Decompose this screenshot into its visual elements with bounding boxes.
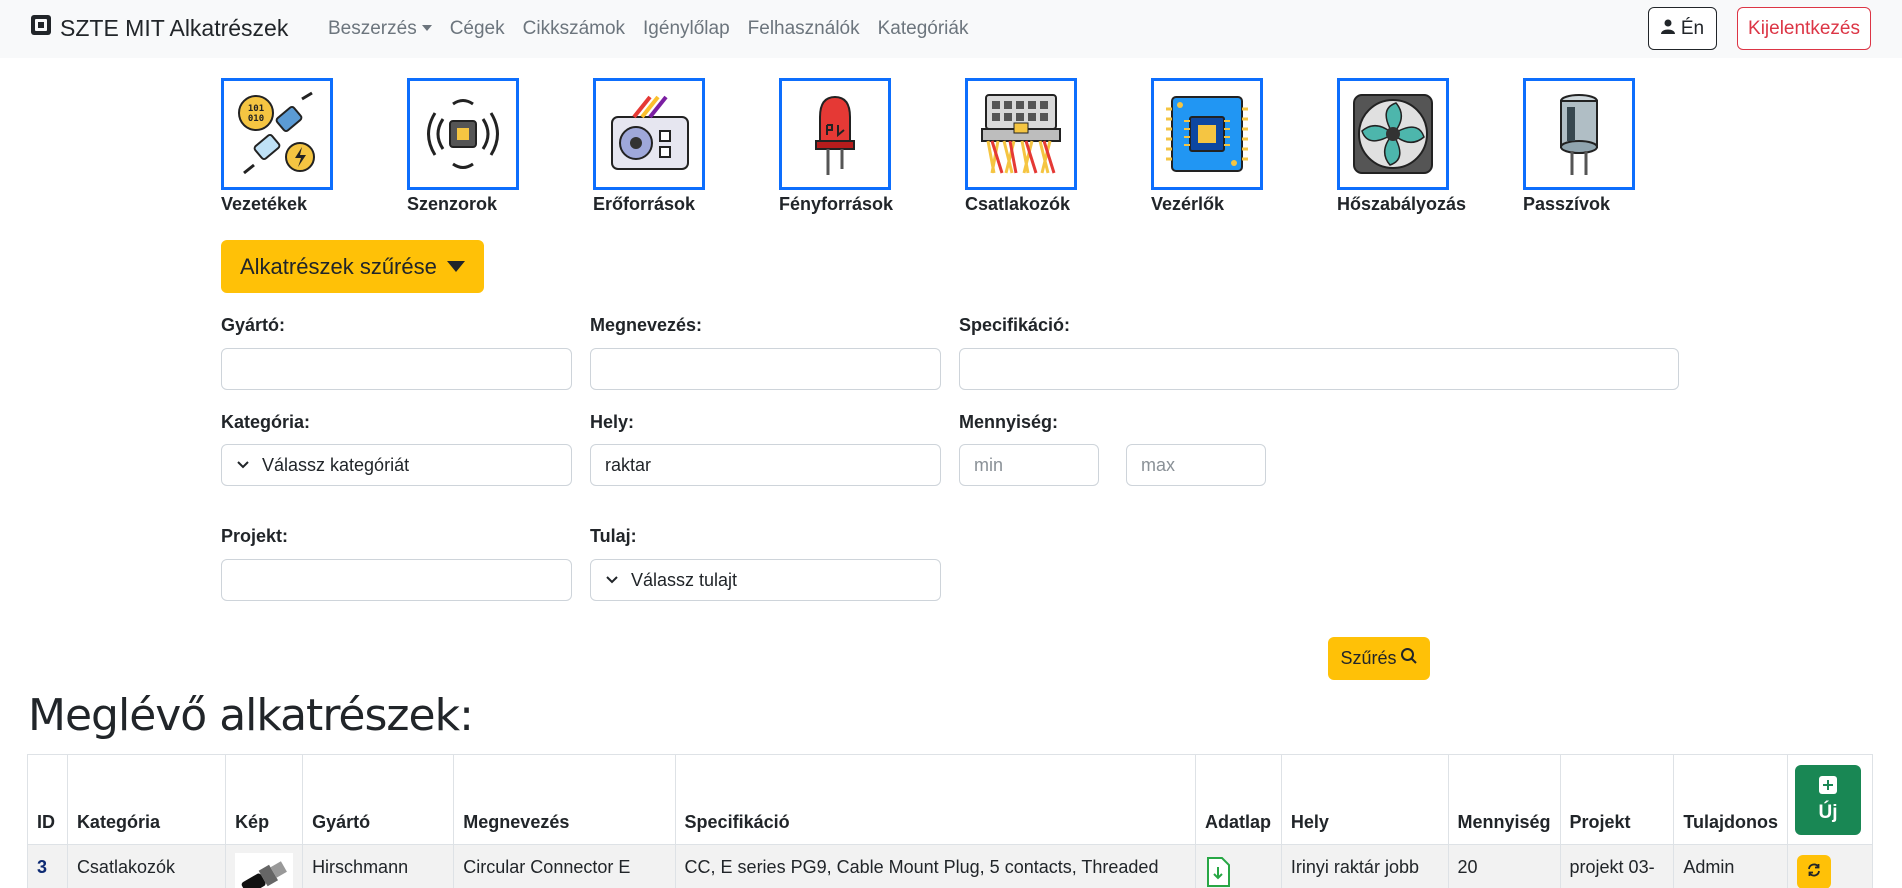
category-tile-vezerlok[interactable]: Vezérlők	[1151, 78, 1311, 215]
chevron-down-icon	[236, 460, 250, 470]
brand[interactable]: SZTE MIT Alkatrészek	[30, 14, 288, 42]
nav-felhasznalok[interactable]: Felhasználók	[748, 18, 860, 40]
caret-down-icon	[421, 25, 432, 31]
update-button[interactable]	[1796, 855, 1831, 888]
chip-logo-icon	[30, 14, 60, 42]
quantity-label: Mennyiség:	[959, 412, 1059, 432]
manufacturer-input[interactable]	[221, 348, 572, 390]
name-label: Megnevezés:	[590, 315, 703, 335]
location-label: Hely:	[590, 412, 635, 432]
power-supply-icon	[593, 78, 705, 190]
manufacturer-label: Gyártó:	[221, 315, 286, 335]
cell-name: Circular Connector E	[453, 844, 676, 888]
top-navbar: SZTE MIT Alkatrészek Beszerzés Cégek Cik…	[0, 0, 1902, 58]
category-select[interactable]: Válassz kategóriát	[221, 444, 572, 486]
plus-square-icon	[1818, 775, 1837, 794]
nav-beszerzes-dropdown[interactable]: Beszerzés	[328, 18, 432, 40]
spec-input[interactable]	[959, 348, 1679, 390]
category-label: Passzívok	[1523, 194, 1611, 214]
column-header[interactable]: Megnevezés	[453, 754, 676, 845]
sensor-chip-icon	[407, 78, 519, 190]
nav-cikkszamok[interactable]: Cikkszámok	[523, 18, 625, 40]
connector-icon	[965, 78, 1077, 190]
capacitor-icon	[1523, 78, 1635, 190]
column-header[interactable]: Specifikáció	[674, 754, 1196, 845]
part-id-link[interactable]: 3	[37, 857, 47, 877]
cell-actions	[1786, 844, 1874, 888]
cell-id: 3	[27, 844, 68, 888]
table-header-row: ID Kategória Kép Gyártó Megnevezés Speci…	[27, 754, 1874, 845]
caret-down-icon	[446, 261, 465, 272]
column-header[interactable]: ID	[27, 754, 68, 845]
add-part-button[interactable]: Új	[1794, 764, 1861, 835]
project-input[interactable]	[221, 559, 572, 601]
cell-quantity: 20	[1447, 844, 1561, 888]
category-label: Hőszabályozás	[1337, 194, 1467, 214]
profile-button[interactable]: Én	[1648, 7, 1717, 50]
project-label: Projekt:	[221, 526, 289, 546]
cell-location: Irinyi raktár jobb	[1280, 844, 1449, 888]
name-input[interactable]	[590, 348, 941, 390]
column-header[interactable]: Kategória	[66, 754, 227, 845]
owner-label: Tulaj:	[590, 526, 637, 546]
category-tile-vezetekek[interactable]: 101 010 Vezetékek	[221, 78, 381, 215]
cell-spec: CC, E series PG9, Cable Mount Plug, 5 co…	[674, 844, 1196, 888]
column-header[interactable]: Mennyiség	[1447, 754, 1561, 845]
led-icon	[779, 78, 891, 190]
search-icon	[1397, 647, 1418, 670]
cell-datasheet	[1194, 844, 1282, 888]
column-header[interactable]: Adatlap	[1194, 754, 1282, 845]
category-tile-passzivok[interactable]: Passzívok	[1523, 78, 1683, 215]
category-tile-hoszabalyozas[interactable]: Hőszabályozás	[1337, 78, 1497, 215]
nav-igenylolap[interactable]: Igénylőlap	[643, 18, 730, 40]
category-label: Vezérlők	[1151, 194, 1225, 214]
refresh-icon	[1806, 862, 1822, 883]
svg-text:101: 101	[248, 104, 264, 114]
category-label: Fényforrások	[779, 194, 894, 214]
filter-toggle-button[interactable]: Alkatrészek szűrése	[221, 240, 484, 293]
category-label: Erőforrások	[593, 194, 696, 214]
logout-button[interactable]: Kijelentkezés	[1737, 7, 1871, 50]
owner-select[interactable]: Válassz tulajt	[590, 559, 941, 601]
category-tile-csatlakozok[interactable]: Csatlakozók	[965, 78, 1125, 215]
location-input[interactable]: raktar	[590, 444, 941, 486]
category-label: Szenzorok	[407, 194, 498, 214]
fan-icon	[1337, 78, 1449, 190]
new-column: Új	[1786, 754, 1874, 845]
brand-title: SZTE MIT Alkatrészek	[60, 14, 289, 41]
category-tile-eroforrasok[interactable]: Erőforrások	[593, 78, 753, 215]
part-thumbnail[interactable]	[235, 853, 294, 888]
category-tile-szenzorok[interactable]: Szenzorok	[407, 78, 567, 215]
column-header[interactable]: Projekt	[1559, 754, 1675, 845]
nav-links: Beszerzés Cégek Cikkszámok Igénylőlap Fe…	[328, 18, 986, 40]
category-filter-label: Kategória:	[221, 412, 311, 432]
column-header[interactable]: Tulajdonos	[1673, 754, 1788, 845]
column-header[interactable]: Hely	[1280, 754, 1449, 845]
category-label: Csatlakozók	[965, 194, 1071, 214]
chevron-down-icon	[605, 575, 619, 585]
nav-kategoriak[interactable]: Kategóriák	[878, 18, 969, 40]
download-file-icon[interactable]	[1205, 857, 1231, 888]
category-tile-fenyforrasok[interactable]: Fényforrások	[779, 78, 939, 215]
person-icon	[1660, 18, 1681, 40]
cell-category: Csatlakozók	[66, 844, 227, 888]
parts-table: ID Kategória Kép Gyártó Megnevezés Speci…	[27, 754, 1874, 888]
circuit-board-icon	[1151, 78, 1263, 190]
column-header[interactable]: Gyártó	[302, 754, 455, 845]
cables-icon: 101 010	[221, 78, 333, 190]
quantity-min-input[interactable]: min	[959, 444, 1099, 486]
cell-manufacturer: Hirschmann	[302, 844, 455, 888]
svg-text:010: 010	[248, 114, 264, 124]
column-header[interactable]: Kép	[225, 754, 304, 845]
cell-owner: Admin	[1673, 844, 1788, 888]
nav-cegek[interactable]: Cégek	[450, 18, 505, 40]
cell-project: projekt 03-	[1559, 844, 1675, 888]
category-label: Vezetékek	[221, 194, 308, 214]
spec-label: Specifikáció:	[959, 315, 1071, 335]
cell-image	[225, 844, 304, 888]
table-row: 3 Csatlakozók Hirschmann Circular Connec…	[27, 844, 1874, 888]
page-title: Meglévő alkatrészek:	[28, 690, 474, 741]
quantity-max-input[interactable]: max	[1126, 444, 1266, 486]
search-button[interactable]: Szűrés	[1328, 637, 1430, 680]
